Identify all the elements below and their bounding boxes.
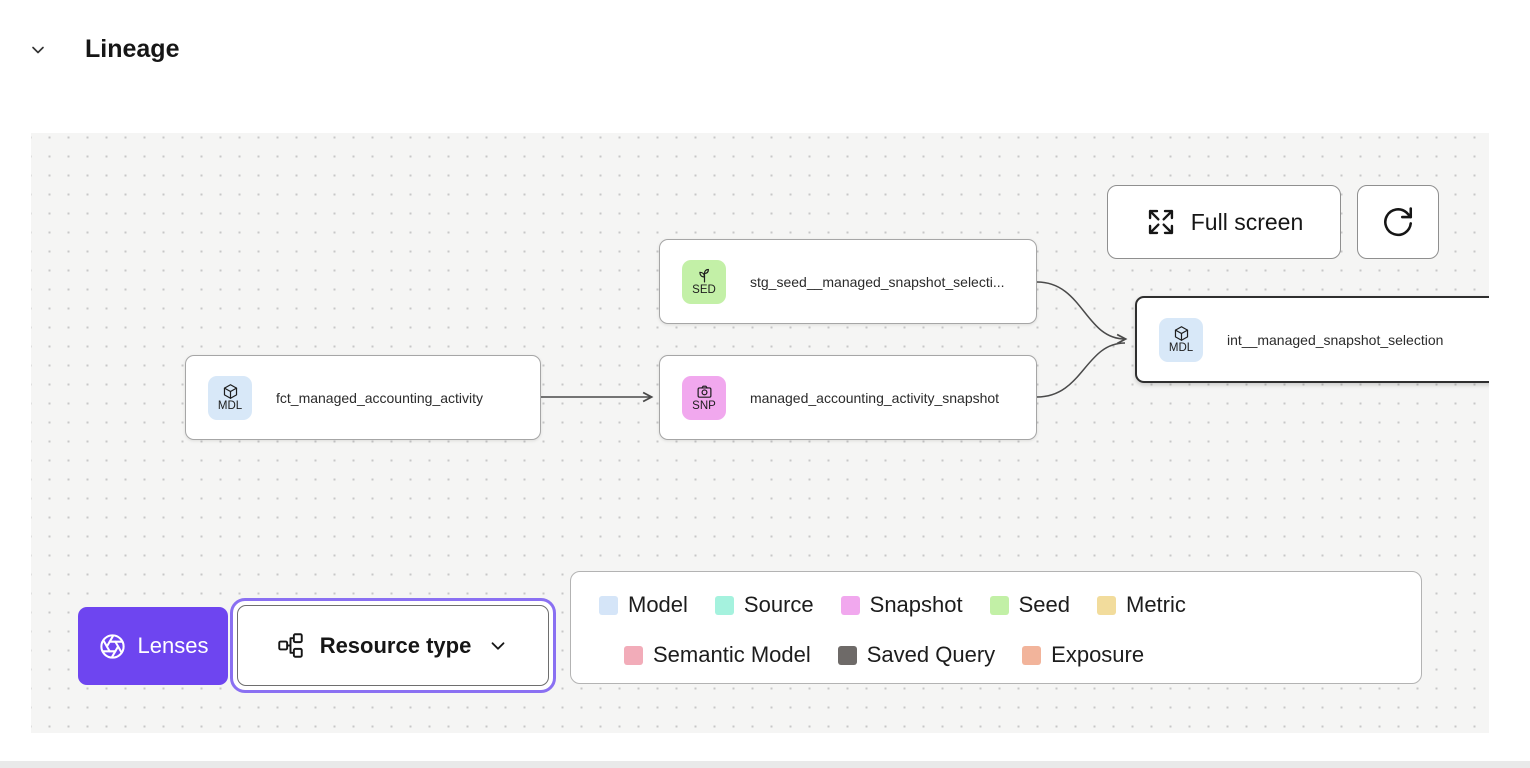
cube-icon bbox=[1173, 325, 1190, 342]
node-label: stg_seed__managed_snapshot_selecti... bbox=[750, 274, 1005, 290]
node-int-managed-snapshot-selection[interactable]: MDL int__managed_snapshot_selection bbox=[1135, 296, 1489, 383]
model-badge: MDL bbox=[208, 376, 252, 420]
node-stg-seed-managed-snapshot-selection[interactable]: SED stg_seed__managed_snapshot_selecti..… bbox=[659, 239, 1037, 324]
lineage-header: Lineage bbox=[0, 0, 1530, 100]
seed-icon bbox=[696, 267, 713, 284]
legend-item-saved-query: Saved Query bbox=[838, 642, 995, 668]
semantic-model-swatch bbox=[624, 646, 643, 665]
snapshot-badge: SNP bbox=[682, 376, 726, 420]
camera-icon bbox=[696, 383, 713, 400]
lineage-canvas[interactable]: Full screen SED stg_seed__managed_snapsh… bbox=[31, 133, 1489, 733]
resource-type-label: Resource type bbox=[320, 633, 472, 659]
bottom-divider bbox=[0, 761, 1530, 768]
full-screen-label: Full screen bbox=[1191, 209, 1303, 236]
node-fct-managed-accounting-activity[interactable]: MDL fct_managed_accounting_activity bbox=[185, 355, 541, 440]
badge-label: SNP bbox=[692, 401, 716, 413]
legend-item-seed: Seed bbox=[990, 592, 1070, 618]
legend-item-model: Model bbox=[599, 592, 688, 618]
legend-item-exposure: Exposure bbox=[1022, 642, 1144, 668]
refresh-button[interactable] bbox=[1357, 185, 1439, 259]
resource-type-dropdown[interactable]: Resource type bbox=[230, 598, 556, 693]
legend-item-snapshot: Snapshot bbox=[841, 592, 963, 618]
cube-icon bbox=[222, 383, 239, 400]
source-swatch bbox=[715, 596, 734, 615]
badge-label: SED bbox=[692, 285, 716, 297]
seed-badge: SED bbox=[682, 260, 726, 304]
resource-graph-icon bbox=[277, 632, 304, 659]
seed-swatch bbox=[990, 596, 1009, 615]
model-badge: MDL bbox=[1159, 318, 1203, 362]
badge-label: MDL bbox=[218, 401, 242, 413]
legend-item-source: Source bbox=[715, 592, 814, 618]
chevron-down-icon bbox=[487, 635, 509, 657]
legend-item-semantic-model: Semantic Model bbox=[624, 642, 811, 668]
resource-type-inner: Resource type bbox=[237, 605, 549, 686]
legend-row-2: Semantic Model Saved Query Exposure bbox=[624, 639, 1401, 671]
page-title: Lineage bbox=[85, 35, 179, 64]
legend: Model Source Snapshot Seed Metric S bbox=[570, 571, 1422, 684]
node-managed-accounting-activity-snapshot[interactable]: SNP managed_accounting_activity_snapshot bbox=[659, 355, 1037, 440]
expand-icon bbox=[1145, 206, 1177, 238]
aperture-icon bbox=[98, 632, 127, 661]
metric-swatch bbox=[1097, 596, 1116, 615]
node-label: int__managed_snapshot_selection bbox=[1227, 332, 1443, 348]
collapse-chevron-icon[interactable] bbox=[28, 40, 48, 60]
lenses-label: Lenses bbox=[138, 633, 209, 659]
refresh-icon bbox=[1381, 205, 1415, 239]
badge-label: MDL bbox=[1169, 343, 1193, 355]
full-screen-button[interactable]: Full screen bbox=[1107, 185, 1341, 259]
saved-query-swatch bbox=[838, 646, 857, 665]
model-swatch bbox=[599, 596, 618, 615]
snapshot-swatch bbox=[841, 596, 860, 615]
legend-row-1: Model Source Snapshot Seed Metric bbox=[599, 589, 1401, 621]
legend-item-metric: Metric bbox=[1097, 592, 1186, 618]
lenses-button[interactable]: Lenses bbox=[78, 607, 228, 685]
exposure-swatch bbox=[1022, 646, 1041, 665]
node-label: fct_managed_accounting_activity bbox=[276, 390, 483, 406]
node-label: managed_accounting_activity_snapshot bbox=[750, 390, 999, 406]
